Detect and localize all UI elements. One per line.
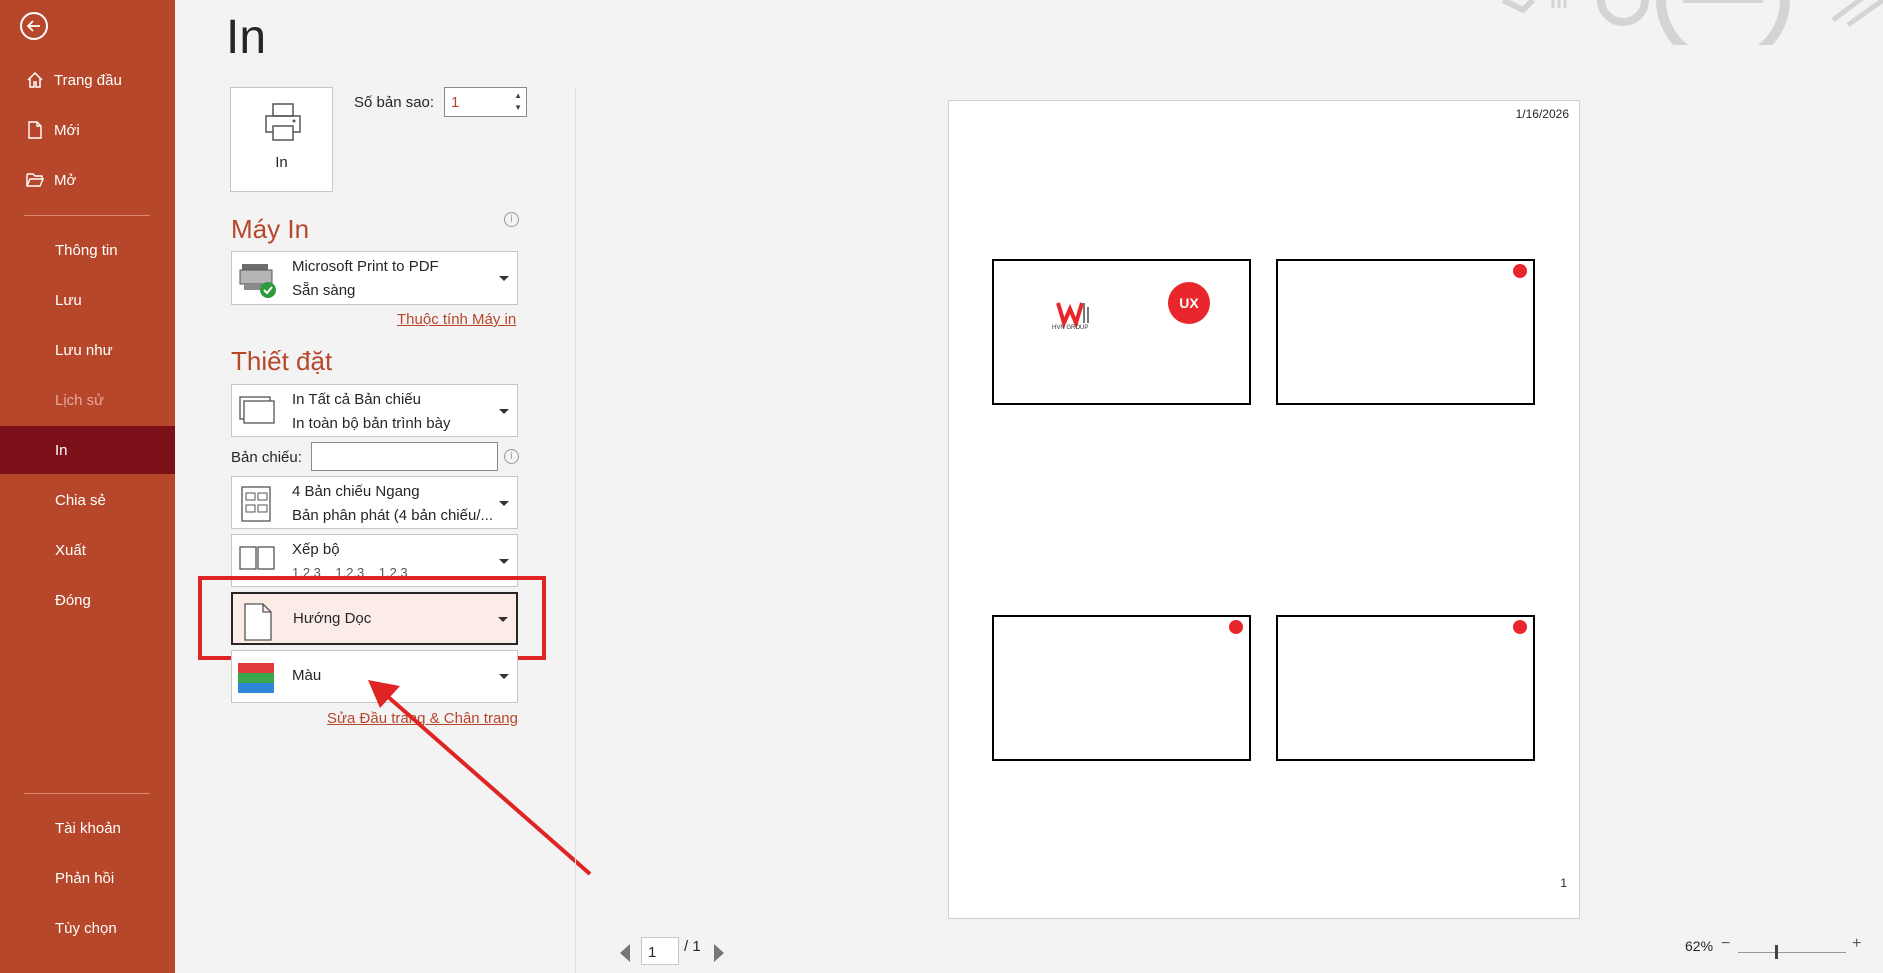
sidebar-item-label: Xuất	[55, 541, 86, 559]
spin-down-icon[interactable]: ▼	[514, 103, 522, 112]
sidebar-item-label: Mới	[54, 121, 80, 139]
copies-value: 1	[451, 94, 460, 111]
printer-status: Sẵn sàng	[292, 282, 356, 299]
print-button[interactable]: In	[230, 87, 333, 192]
sidebar-item-info[interactable]: Thông tin	[0, 226, 175, 274]
back-button[interactable]	[20, 12, 48, 40]
print-range-title: In Tất cả Bản chiếu	[292, 391, 421, 408]
ux-badge-icon	[1513, 620, 1527, 634]
home-icon	[24, 71, 46, 89]
backstage-sidebar: Trang đầu Mới Mở Thông tin Lưu Lưu như L…	[0, 0, 175, 973]
hvn-logo-icon	[1056, 302, 1089, 329]
print-range-subtitle: In toàn bộ bản trình bày	[292, 415, 451, 432]
chevron-down-icon	[499, 276, 509, 281]
copies-label: Số bản sao:	[354, 94, 435, 111]
print-button-label: In	[275, 154, 288, 171]
preview-page-number: 1	[1560, 876, 1567, 890]
sidebar-item-home[interactable]: Trang đầu	[0, 56, 175, 104]
print-range-dropdown[interactable]: In Tất cả Bản chiếu In toàn bộ bản trình…	[231, 384, 518, 437]
printer-icon	[265, 103, 301, 141]
sidebar-item-print[interactable]: In	[0, 426, 175, 474]
sidebar-item-history: Lịch sử	[0, 376, 175, 424]
slides-label: Bản chiếu:	[231, 449, 302, 466]
color-swatch-icon	[238, 663, 274, 693]
decorative-header-art	[1501, 0, 1883, 45]
sidebar-item-label: Trang đầu	[54, 71, 122, 89]
sidebar-item-label: Mở	[54, 171, 77, 189]
info-icon[interactable]: i	[504, 449, 519, 464]
zoom-slider-thumb[interactable]	[1775, 945, 1778, 959]
previous-page-button[interactable]	[620, 944, 630, 962]
page-title: In	[226, 11, 267, 64]
printer-device-icon	[239, 264, 276, 298]
printer-name: Microsoft Print to PDF	[292, 258, 439, 275]
new-document-icon	[24, 121, 46, 139]
ux-badge-icon	[1513, 264, 1527, 278]
sidebar-item-label: Chia sẻ	[55, 491, 106, 509]
sidebar-item-open[interactable]: Mở	[0, 156, 175, 204]
sidebar-item-save-as[interactable]: Lưu như	[0, 326, 175, 374]
preview-slide-3	[992, 615, 1251, 761]
chevron-down-icon	[499, 409, 509, 414]
copies-stepper[interactable]: 1 ▲ ▼	[444, 87, 527, 117]
preview-slide-1: HVN GROUP UX	[992, 259, 1251, 405]
annotation-highlight-box	[198, 576, 546, 660]
collate-title: Xếp bộ	[292, 541, 340, 558]
info-icon[interactable]: i	[504, 212, 519, 227]
collate-icon	[239, 546, 275, 570]
preview-slide-4	[1276, 615, 1535, 761]
sidebar-divider	[24, 215, 150, 216]
sidebar-item-label: Thông tin	[55, 241, 118, 259]
sidebar-item-label: In	[55, 441, 68, 459]
sidebar-item-label: Tài khoản	[55, 819, 121, 837]
pane-divider	[575, 87, 576, 973]
printer-section-title: Máy In	[231, 214, 310, 244]
slides-input[interactable]	[311, 442, 498, 471]
ux-badge-icon	[1229, 620, 1243, 634]
ux-logo: UX	[1168, 282, 1210, 324]
sidebar-item-account[interactable]: Tài khoản	[0, 804, 175, 852]
current-page-input[interactable]: 1	[641, 937, 679, 965]
zoom-level: 62%	[1685, 938, 1714, 954]
sidebar-item-save[interactable]: Lưu	[0, 276, 175, 324]
sidebar-divider	[24, 793, 150, 794]
layout-dropdown[interactable]: 4 Bản chiếu Ngang Bản phân phát (4 bản c…	[231, 476, 518, 529]
settings-section-title: Thiết đặt	[231, 346, 333, 376]
layout-title: 4 Bản chiếu Ngang	[292, 483, 420, 500]
slides-stack-icon	[239, 396, 275, 424]
sidebar-item-share[interactable]: Chia sẻ	[0, 476, 175, 524]
chevron-down-icon	[499, 559, 509, 564]
annotation-arrow	[368, 680, 592, 876]
sidebar-item-label: Đóng	[55, 591, 91, 609]
chevron-down-icon	[499, 501, 509, 506]
sidebar-item-label: Phản hồi	[55, 869, 115, 887]
printer-properties-link[interactable]: Thuộc tính Máy in	[397, 311, 516, 328]
sidebar-item-label: Lưu như	[55, 341, 113, 359]
sidebar-item-label: Lịch sử	[55, 391, 105, 409]
zoom-out-button[interactable]: −	[1721, 935, 1730, 953]
sidebar-item-new[interactable]: Mới	[0, 106, 175, 154]
sidebar-item-export[interactable]: Xuất	[0, 526, 175, 574]
preview-slide-2	[1276, 259, 1535, 405]
printer-dropdown[interactable]: Microsoft Print to PDF Sẵn sàng	[231, 251, 518, 305]
sidebar-item-label: Tùy chọn	[55, 919, 117, 937]
sidebar-item-label: Lưu	[55, 291, 82, 309]
preview-date: 1/16/2026	[1515, 107, 1569, 121]
next-page-button[interactable]	[714, 944, 724, 962]
hvn-logo-text: HVN GROUP	[1052, 325, 1089, 331]
spin-up-icon[interactable]: ▲	[514, 91, 522, 100]
sidebar-item-options[interactable]: Tùy chọn	[0, 904, 175, 952]
zoom-in-button[interactable]: +	[1852, 935, 1861, 953]
print-preview-page: 1/16/2026 HVN GROUP UX 1	[948, 100, 1580, 919]
back-arrow-icon	[26, 20, 40, 32]
folder-open-icon	[24, 172, 46, 188]
page-total: / 1	[684, 938, 701, 955]
sidebar-item-feedback[interactable]: Phản hồi	[0, 854, 175, 902]
layout-subtitle: Bản phân phát (4 bản chiếu/...	[292, 507, 492, 524]
zoom-slider[interactable]	[1738, 952, 1846, 953]
sidebar-item-close[interactable]: Đóng	[0, 576, 175, 624]
handout-layout-icon	[241, 486, 271, 522]
